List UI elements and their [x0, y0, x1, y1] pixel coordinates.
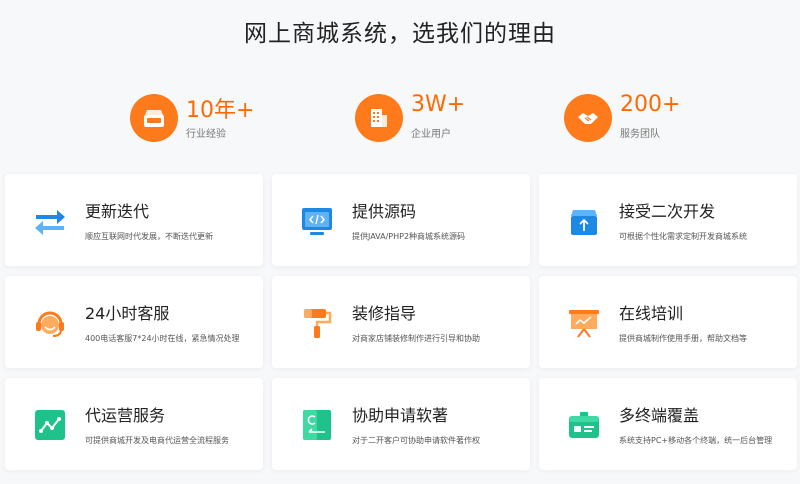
- feature-desc: 提供JAVA/PHP2种商城系统源码: [352, 232, 466, 241]
- stat-label: 服务团队: [620, 129, 660, 140]
- feature-title: 更新迭代: [85, 202, 150, 221]
- feature-desc: 系统支持PC+移动各个终端，统一后台管理: [619, 436, 773, 445]
- swap-arrows-icon: [33, 204, 67, 238]
- feature-title: 协助申请软著: [352, 406, 449, 425]
- presentation-board-icon: [567, 306, 601, 340]
- id-card-icon: [567, 408, 601, 442]
- paint-roller-icon: [300, 306, 334, 340]
- copyright-doc-icon: [300, 408, 334, 442]
- headset-icon: [33, 306, 67, 340]
- feature-desc: 可提供商城开发及电商代运营全流程服务: [85, 436, 229, 445]
- feature-desc: 顺应互联网时代发展，不断迭代更新: [85, 232, 213, 241]
- feature-title: 代运营服务: [85, 406, 166, 425]
- feature-desc: 对商家店铺装修制作进行引导和协助: [352, 334, 480, 343]
- feature-card-updates: 更新迭代 顺应互联网时代发展，不断迭代更新: [5, 174, 263, 266]
- stat-value: 10年+: [186, 98, 255, 123]
- feature-title: 装修指导: [352, 304, 417, 323]
- line-chart-icon: [33, 408, 67, 442]
- feature-title: 在线培训: [619, 304, 684, 323]
- stat-label: 行业经验: [186, 129, 226, 140]
- upload-box-icon: [567, 204, 601, 238]
- feature-desc: 对于二开客户可协助申请软件著作权: [352, 436, 480, 445]
- stat-value: 200+: [620, 92, 681, 117]
- building-icon: [355, 94, 403, 142]
- feature-card-source-code: 提供源码 提供JAVA/PHP2种商城系统源码: [272, 174, 530, 266]
- storefront-icon: [130, 94, 178, 142]
- feature-card-operation-service: 代运营服务 可提供商城开发及电商代运营全流程服务: [5, 378, 263, 470]
- feature-title: 24小时客服: [85, 304, 170, 323]
- code-window-icon: [300, 204, 334, 238]
- feature-card-online-training: 在线培训 提供商城制作使用手册，帮助文档等: [539, 276, 797, 368]
- feature-card-decoration-guide: 装修指导 对商家店铺装修制作进行引导和协助: [272, 276, 530, 368]
- feature-desc: 提供商城制作使用手册，帮助文档等: [619, 334, 747, 343]
- feature-desc: 可根据个性化需求定制开发商城系统: [619, 232, 747, 241]
- feature-title: 提供源码: [352, 202, 417, 221]
- handshake-icon: [564, 94, 612, 142]
- stat-label: 企业用户: [411, 129, 451, 140]
- feature-title: 多终端覆盖: [619, 406, 700, 425]
- feature-card-software-copyright: 协助申请软著 对于二开客户可协助申请软件著作权: [272, 378, 530, 470]
- feature-card-secondary-dev: 接受二次开发 可根据个性化需求定制开发商城系统: [539, 174, 797, 266]
- stat-value: 3W+: [411, 92, 466, 117]
- feature-desc: 400电话客服7*24小时在线，紧急情况处理: [85, 334, 240, 343]
- feature-card-customer-service: 24小时客服 400电话客服7*24小时在线，紧急情况处理: [5, 276, 263, 368]
- feature-title: 接受二次开发: [619, 202, 716, 221]
- feature-card-multi-terminal: 多终端覆盖 系统支持PC+移动各个终端，统一后台管理: [539, 378, 797, 470]
- section-title: 网上商城系统，选我们的理由: [244, 21, 556, 47]
